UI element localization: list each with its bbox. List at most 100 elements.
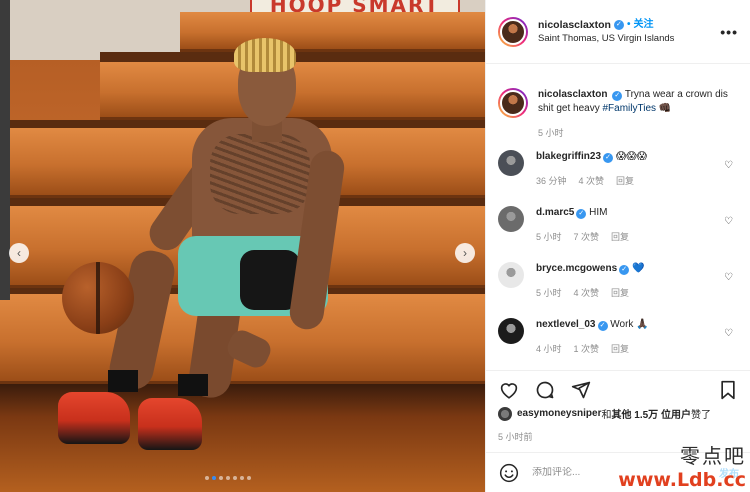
chevron-right-icon: › (463, 246, 467, 260)
chest-tattoo (210, 134, 310, 214)
heart-icon (500, 382, 518, 399)
comment-like-heart-icon[interactable]: ♡ (724, 216, 733, 227)
comment-input[interactable] (532, 467, 682, 478)
commenter-username[interactable]: bryce.mcgowens (536, 263, 617, 274)
comment-body: nextlevel_03 ✓ Work 🙏🏿 4 小时 1 次赞 回复 (536, 318, 649, 356)
comment-reply-button[interactable]: 回复 (611, 230, 629, 244)
comment-text: Work 🙏🏿 (610, 319, 649, 330)
sock (108, 370, 138, 392)
comment-icon (536, 381, 554, 398)
author-avatar[interactable] (498, 16, 528, 47)
comment-time[interactable]: 4 小时 (536, 342, 562, 356)
basketball-seam (62, 262, 134, 334)
liker-avatar[interactable] (498, 406, 512, 421)
bookmark-icon (721, 380, 735, 399)
save-button[interactable] (717, 379, 739, 401)
caption-hashtag[interactable]: #FamilyTies (602, 103, 656, 114)
avatar-image (500, 18, 526, 45)
verified-badge-icon: ✓ (613, 19, 624, 30)
caption-time[interactable]: 5 小时 (538, 126, 564, 140)
like-button[interactable] (498, 379, 520, 401)
share-button[interactable] (570, 379, 592, 401)
liker-username[interactable]: easymoneysniper (517, 408, 602, 419)
carousel-prev-button[interactable]: ‹ (9, 243, 29, 263)
commenter-avatar[interactable] (498, 262, 524, 288)
like-summary: easymoneysniper 和 其他 1.5万 位用户 赞了 (498, 406, 711, 421)
sneaker (58, 392, 130, 444)
commenter-avatar[interactable] (498, 318, 524, 344)
follow-separator: • (626, 18, 631, 30)
post-caption: nicolasclaxton ✓ Tryna wear a crown dis … (486, 64, 750, 140)
carousel-dot (212, 476, 216, 480)
likes-suffix: 赞了 (690, 410, 711, 421)
comment-text: HIM (589, 207, 608, 218)
comment-line: nextlevel_03 ✓ Work 🙏🏿 (536, 318, 649, 332)
likes-others[interactable]: 其他 1.5万 位用户 (612, 406, 691, 421)
comment-likes[interactable]: 7 次赞 (574, 230, 600, 244)
caption-emoji: 👊🏿 (658, 103, 672, 114)
verified-badge-icon: ✓ (612, 91, 623, 101)
post-header: nicolasclaxton ✓ • 关注 Saint Thomas, US V… (486, 0, 750, 64)
commenter-username[interactable]: nextlevel_03 (536, 319, 596, 330)
follow-button[interactable]: 关注 (633, 18, 653, 32)
comment-like-heart-icon[interactable]: ♡ (724, 160, 733, 171)
carousel-dot (205, 476, 209, 480)
caption-avatar[interactable] (498, 88, 528, 118)
comment-row: d.marc5 ✓ HIM 5 小时 7 次赞 回复 ♡ (486, 206, 750, 244)
commenter-username[interactable]: blakegriffin23 (536, 151, 601, 162)
post-photo[interactable]: HOOP SMART ‹ › (0, 0, 485, 492)
caption-line: nicolasclaxton ✓ Tryna wear a crown dis … (538, 88, 738, 116)
send-icon (571, 381, 591, 398)
verified-badge-icon: ✓ (576, 209, 587, 219)
comment-time[interactable]: 36 分钟 (536, 174, 567, 188)
comment-body: bryce.mcgowens ✓ 💙 5 小时 4 次赞 回复 (536, 262, 644, 300)
header-text: nicolasclaxton ✓ • 关注 Saint Thomas, US V… (538, 18, 674, 46)
carousel-dot (240, 476, 244, 480)
header-row: nicolasclaxton ✓ • 关注 (538, 18, 674, 32)
comment-line: bryce.mcgowens ✓ 💙 (536, 262, 644, 276)
caption-body: nicolasclaxton ✓ Tryna wear a crown dis … (538, 88, 738, 140)
sneaker (138, 398, 202, 450)
comment-meta: 5 小时 4 次赞 回复 (536, 286, 644, 300)
comment-reply-button[interactable]: 回复 (611, 286, 629, 300)
commenter-avatar[interactable] (498, 206, 524, 232)
commenter-username[interactable]: d.marc5 (536, 207, 574, 218)
comment-line: blakegriffin23 ✓ 😱😱😱 (536, 150, 647, 164)
carousel-dot (233, 476, 237, 480)
instagram-post-view: HOOP SMART ‹ › nicolasclaxton ✓ • 关注 Sai… (0, 0, 750, 492)
comment-like-heart-icon[interactable]: ♡ (724, 328, 733, 339)
comment-reply-button[interactable]: 回复 (616, 174, 634, 188)
comment-time[interactable]: 5 小时 (536, 230, 562, 244)
comment-like-heart-icon[interactable]: ♡ (724, 272, 733, 283)
commenter-avatar[interactable] (498, 150, 524, 176)
posted-time[interactable]: 5 小时前 (498, 430, 533, 443)
athlete-hair (234, 38, 296, 72)
verified-badge-icon: ✓ (603, 153, 614, 163)
post-comment-button[interactable]: 发布 (719, 465, 739, 480)
likes-and: 和 (601, 410, 612, 421)
comment-row: blakegriffin23 ✓ 😱😱😱 36 分钟 4 次赞 回复 ♡ (486, 150, 750, 188)
carousel-next-button[interactable]: › (455, 243, 475, 263)
caption-username[interactable]: nicolasclaxton (538, 89, 607, 100)
post-location[interactable]: Saint Thomas, US Virgin Islands (538, 32, 674, 46)
comment-meta: 5 小时 7 次赞 回复 (536, 230, 629, 244)
comment-button[interactable] (534, 379, 556, 401)
comment-meta: 36 分钟 4 次赞 回复 (536, 174, 647, 188)
comment-likes[interactable]: 1 次赞 (574, 342, 600, 356)
more-options-icon[interactable]: ••• (720, 24, 738, 40)
comment-likes[interactable]: 4 次赞 (579, 174, 605, 188)
bleacher-row (180, 12, 485, 52)
avatar-image (500, 90, 526, 116)
comment-row: bryce.mcgowens ✓ 💙 5 小时 4 次赞 回复 ♡ (486, 262, 750, 300)
comment-reply-button[interactable]: 回复 (611, 342, 629, 356)
verified-badge-icon: ✓ (619, 265, 630, 275)
verified-badge-icon: ✓ (597, 321, 608, 331)
comment-meta: 4 小时 1 次赞 回复 (536, 342, 649, 356)
carousel-indicator (205, 476, 251, 480)
comment-likes[interactable]: 4 次赞 (574, 286, 600, 300)
author-username[interactable]: nicolasclaxton (538, 18, 611, 32)
comment-body: d.marc5 ✓ HIM 5 小时 7 次赞 回复 (536, 206, 629, 244)
emoji-button[interactable] (498, 462, 520, 484)
comment-line: d.marc5 ✓ HIM (536, 206, 629, 220)
comment-time[interactable]: 5 小时 (536, 286, 562, 300)
